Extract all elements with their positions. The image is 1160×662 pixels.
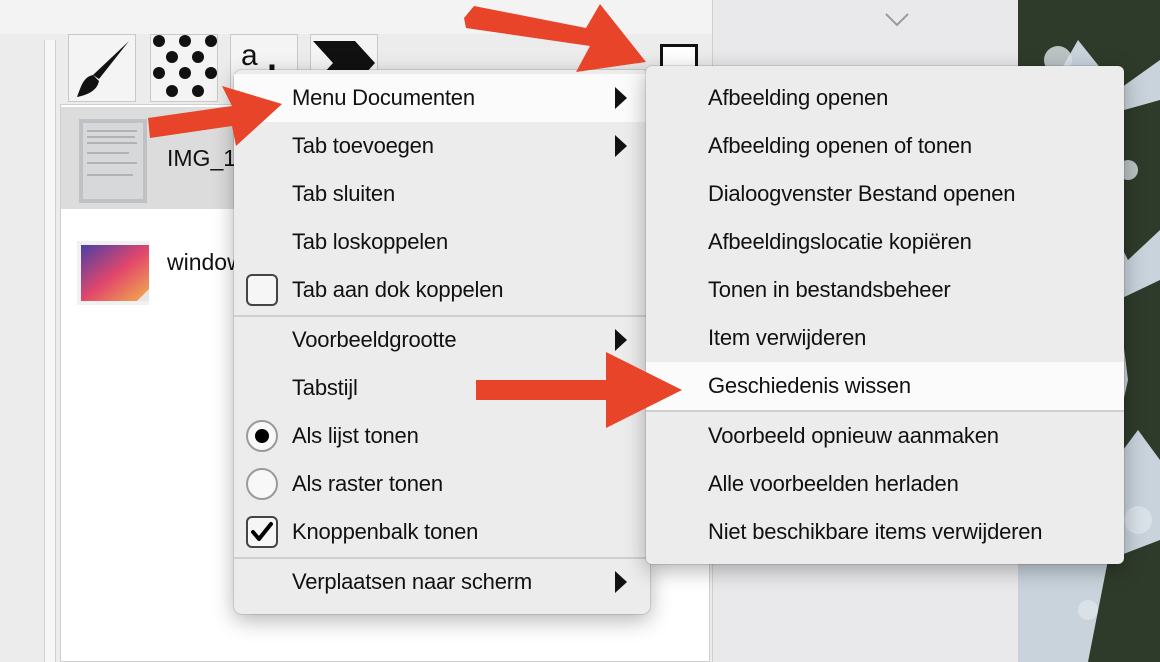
checkmark-icon: [251, 522, 273, 541]
documents-submenu: Afbeelding openen Afbeelding openen of t…: [646, 66, 1124, 564]
submenu-item-item-verwijderen[interactable]: Item verwijderen: [646, 314, 1124, 362]
menu-item-label: Alle voorbeelden herladen: [708, 471, 959, 496]
menu-item-tab-sluiten[interactable]: Tab sluiten: [234, 170, 650, 218]
submenu-item-afbeelding-openen-of-tonen[interactable]: Afbeelding openen of tonen: [646, 122, 1124, 170]
context-menu: Menu Documenten Tab toevoegen Tab sluite…: [234, 70, 650, 614]
menu-item-label: Knoppenbalk tonen: [292, 519, 479, 544]
document-name: window: [167, 249, 244, 275]
submenu-item-geschiedenis-wissen[interactable]: Geschiedenis wissen: [646, 362, 1124, 410]
menu-item-knoppenbalk-tonen[interactable]: Knoppenbalk tonen: [234, 508, 650, 556]
menu-item-tabstijl[interactable]: Tabstijl: [234, 364, 650, 412]
menu-item-label: Als lijst tonen: [292, 423, 419, 448]
menu-item-label: Voorbeeld opnieuw aanmaken: [708, 423, 999, 448]
submenu-item-dialoogvenster-bestand-openen[interactable]: Dialoogvenster Bestand openen: [646, 170, 1124, 218]
checkbox-checked[interactable]: [246, 516, 278, 548]
menu-item-menu-documenten[interactable]: Menu Documenten: [234, 74, 650, 122]
submenu-item-niet-beschikbare-items-verwijderen[interactable]: Niet beschikbare items verwijderen: [646, 508, 1124, 556]
submenu-arrow-icon: [615, 87, 627, 109]
submenu-item-tonen-in-bestandsbeheer[interactable]: Tonen in bestandsbeheer: [646, 266, 1124, 314]
submenu-item-alle-voorbeelden-herladen[interactable]: Alle voorbeelden herladen: [646, 460, 1124, 508]
pattern-icon: [153, 35, 217, 97]
chevron-down-icon[interactable]: [884, 12, 910, 28]
menu-item-label: Tab loskoppelen: [292, 229, 449, 254]
menu-item-label: Tab sluiten: [292, 181, 395, 206]
brush-icon: [77, 41, 129, 97]
menu-item-label: Voorbeeldgrootte: [292, 327, 457, 352]
menu-item-tab-toevoegen[interactable]: Tab toevoegen: [234, 122, 650, 170]
document-name: IMG_1: [167, 145, 237, 171]
menu-item-label: Afbeeldingslocatie kopiëren: [708, 229, 972, 254]
menu-item-label: Verplaatsen naar scherm: [292, 569, 532, 594]
menu-item-label: Tab aan dok koppelen: [292, 277, 504, 302]
submenu-item-afbeeldingslocatie-kopieren[interactable]: Afbeeldingslocatie kopiëren: [646, 218, 1124, 266]
menu-item-label: Item verwijderen: [708, 325, 867, 350]
submenu-arrow-icon: [615, 329, 627, 351]
scanned-document-icon: [79, 119, 147, 203]
radio-unselected[interactable]: [246, 468, 278, 500]
gradient-image-icon: [77, 241, 149, 305]
menu-item-label: Niet beschikbare items verwijderen: [708, 519, 1043, 544]
menu-item-label: Afbeelding openen of tonen: [708, 133, 972, 158]
submenu-item-afbeelding-openen[interactable]: Afbeelding openen: [646, 74, 1124, 122]
svg-text:a: a: [241, 39, 258, 72]
radio-selected[interactable]: [246, 420, 278, 452]
radio-dot-icon: [255, 429, 269, 443]
menu-item-als-raster-tonen[interactable]: Als raster tonen: [234, 460, 650, 508]
menu-item-tab-aan-dok-koppelen[interactable]: Tab aan dok koppelen: [234, 266, 650, 314]
menu-item-label: Tab toevoegen: [292, 133, 434, 158]
submenu-arrow-icon: [615, 571, 627, 593]
menu-item-label: Als raster tonen: [292, 471, 443, 496]
menu-item-label: Tonen in bestandsbeheer: [708, 277, 951, 302]
tab-brushes[interactable]: [68, 34, 136, 102]
menu-item-label: Afbeelding openen: [708, 85, 889, 110]
submenu-arrow-icon: [615, 135, 627, 157]
checkbox-unchecked[interactable]: [246, 274, 278, 306]
menu-item-voorbeeldgrootte[interactable]: Voorbeeldgrootte: [234, 316, 650, 364]
tab-patterns[interactable]: [150, 34, 218, 102]
menu-item-label: Menu Documenten: [292, 85, 475, 110]
menu-item-label: Dialoogvenster Bestand openen: [708, 181, 1016, 206]
dock-scrollbar[interactable]: [44, 40, 56, 662]
menu-item-label: Tabstijl: [292, 375, 358, 400]
menu-item-label: Geschiedenis wissen: [708, 373, 911, 398]
menu-item-verplaatsen-naar-scherm[interactable]: Verplaatsen naar scherm: [234, 558, 650, 606]
menu-item-tab-loskoppelen[interactable]: Tab loskoppelen: [234, 218, 650, 266]
submenu-item-voorbeeld-opnieuw-aanmaken[interactable]: Voorbeeld opnieuw aanmaken: [646, 412, 1124, 460]
menu-item-als-lijst-tonen[interactable]: Als lijst tonen: [234, 412, 650, 460]
